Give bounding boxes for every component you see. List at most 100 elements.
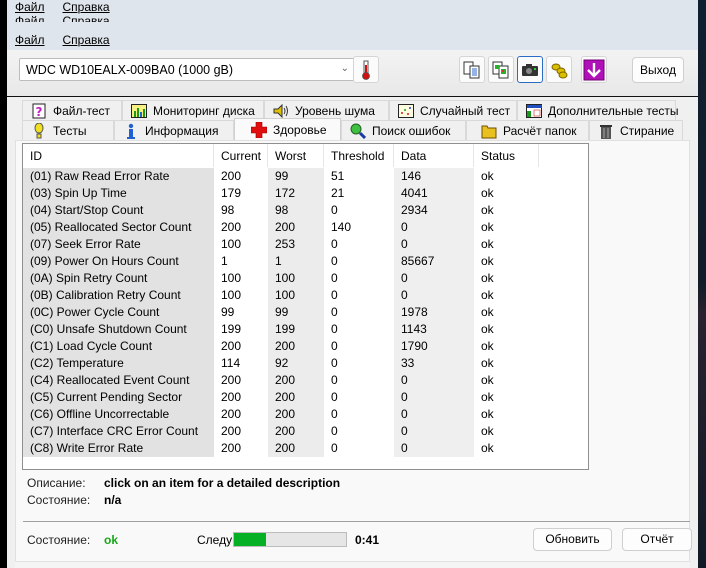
table-row[interactable]: (C7) Interface CRC Error Count 200 200 0 0 ok: [23, 423, 539, 440]
table-row[interactable]: (C6) Offline Uncorrectable 200 200 0 0 ok: [23, 406, 539, 423]
menu-file[interactable]: Файл: [15, 33, 45, 49]
tab-extra-tests[interactable]: Дополнительные тесты: [517, 100, 678, 120]
cell-status: ok: [481, 288, 494, 302]
cell-id: (C1) Load Cycle Count: [23, 338, 214, 355]
column-header-current[interactable]: Current: [214, 144, 268, 167]
smart-attributes-table[interactable]: ID Current Worst Threshold Data Status (…: [22, 143, 589, 470]
coins-button[interactable]: [546, 56, 572, 83]
table-row[interactable]: (03) Spin Up Time 179 172 21 4041 ok: [23, 185, 539, 202]
table-row[interactable]: (C1) Load Cycle Count 200 200 0 1790 ok: [23, 338, 539, 355]
cell-current: 100: [221, 271, 242, 285]
cell-current: 200: [221, 407, 242, 421]
cell-id: (0C) Power Cycle Count: [23, 304, 214, 321]
cell-current: 200: [221, 373, 242, 387]
cell-id: (0A) Spin Retry Count: [23, 270, 214, 287]
tab-label: Поиск ошибок: [372, 123, 451, 138]
table-row[interactable]: (05) Reallocated Sector Count 200 200 140 0 o…: [23, 219, 539, 236]
copy-image-icon: [492, 61, 509, 78]
report-button[interactable]: Отчёт: [622, 528, 692, 551]
cell-threshold: 0: [331, 373, 338, 387]
tab-error-scan[interactable]: Поиск ошибок: [341, 120, 466, 140]
cell-status: ok: [481, 390, 494, 404]
table-row[interactable]: (C2) Temperature 114 92 0 33 ok: [23, 355, 539, 372]
cell-worst: 200: [268, 440, 324, 457]
tab-disk-monitor[interactable]: Мониторинг диска: [122, 100, 264, 120]
table-row[interactable]: (09) Power On Hours Count 1 1 0 85667 ok: [23, 253, 539, 270]
cell-id: (04) Start/Stop Count: [23, 202, 214, 219]
cell-worst: 99: [268, 168, 324, 185]
tab-label: Здоровье: [273, 122, 327, 137]
cell-worst: 92: [268, 355, 324, 372]
screenshot-button[interactable]: [517, 56, 543, 83]
column-header-worst[interactable]: Worst: [268, 144, 324, 167]
exit-button[interactable]: Выход: [632, 57, 684, 83]
table-row[interactable]: (0C) Power Cycle Count 99 99 0 1978 ok: [23, 304, 539, 321]
tab-erase[interactable]: Стирание: [589, 120, 683, 140]
download-button[interactable]: [581, 56, 607, 83]
cell-worst: 200: [268, 389, 324, 406]
tab-information[interactable]: Информация: [114, 120, 234, 140]
copy-text-button[interactable]: [459, 56, 485, 83]
folder-icon: [481, 123, 497, 139]
cell-current: 100: [221, 237, 242, 251]
column-header-data[interactable]: Data: [394, 144, 474, 167]
refresh-button[interactable]: Обновить: [533, 528, 612, 551]
extra-tests-icon: [526, 103, 542, 119]
cell-threshold: 140: [331, 220, 352, 234]
table-row[interactable]: (0A) Spin Retry Count 100 100 0 0 ok: [23, 270, 539, 287]
cell-threshold: 51: [331, 169, 345, 183]
cell-data: 0: [394, 423, 474, 440]
tab-noise-level[interactable]: Уровень шума: [264, 100, 389, 120]
table-row[interactable]: (0B) Calibration Retry Count 100 100 0 0 ok: [23, 287, 539, 304]
drive-select-value: WDC WD10EALX-009BA0 (1000 gB): [26, 63, 234, 77]
drive-select[interactable]: WDC WD10EALX-009BA0 (1000 gB) ⌄: [19, 58, 355, 81]
table-row[interactable]: (C8) Write Error Rate 200 200 0 0 ok: [23, 440, 539, 457]
column-header-threshold[interactable]: Threshold: [324, 144, 394, 167]
tab-label: Тесты: [53, 123, 87, 138]
file-test-icon: ?: [31, 103, 47, 119]
health-state-value: ok: [104, 533, 119, 547]
cell-id: (09) Power On Hours Count: [23, 253, 214, 270]
table-body: (01) Raw Read Error Rate 200 99 51 146 ok (03)…: [23, 168, 539, 457]
table-row[interactable]: (01) Raw Read Error Rate 200 99 51 146 ok: [23, 168, 539, 185]
health-state-label: Состояние:: [27, 533, 91, 547]
download-arrow-icon: [583, 59, 605, 80]
tabs-row-top: ? Файл-тест Мониторинг диска Уровень шум…: [22, 100, 678, 120]
cell-current: 98: [221, 203, 235, 217]
table-row[interactable]: (C5) Current Pending Sector 200 200 0 0 ok: [23, 389, 539, 406]
temperature-button[interactable]: [353, 56, 379, 83]
cell-id: (01) Raw Read Error Rate: [23, 168, 214, 185]
cell-threshold: 0: [331, 407, 338, 421]
copy-image-button[interactable]: [488, 56, 514, 83]
description-label: Описание:: [27, 476, 86, 490]
cell-worst: 100: [268, 287, 324, 304]
cell-status: ok: [481, 407, 494, 421]
cell-current: 100: [221, 288, 242, 302]
cell-id: (0B) Calibration Retry Count: [23, 287, 214, 304]
menu-help[interactable]: Справка: [63, 33, 110, 49]
cell-id: (C5) Current Pending Sector: [23, 389, 214, 406]
cell-id: (C7) Interface CRC Error Count: [23, 423, 214, 440]
tab-random-test[interactable]: Случайный тест: [389, 100, 517, 120]
random-test-icon: [398, 103, 414, 119]
tab-label: Расчёт папок: [503, 123, 577, 138]
column-header-id[interactable]: ID: [23, 144, 214, 167]
cell-threshold: 0: [331, 254, 338, 268]
speaker-icon: [273, 103, 289, 119]
column-header-status[interactable]: Status: [474, 144, 539, 167]
table-row[interactable]: (C4) Reallocated Event Count 200 200 0 0 ok: [23, 372, 539, 389]
tab-folder-calc[interactable]: Расчёт папок: [466, 120, 589, 140]
table-row[interactable]: (C0) Unsafe Shutdown Count 199 199 0 1143 ok: [23, 321, 539, 338]
tab-health[interactable]: Здоровье: [234, 118, 341, 140]
cell-threshold: 0: [331, 356, 338, 370]
chevron-down-icon[interactable]: ⌄: [341, 63, 349, 74]
toolbar: WDC WD10EALX-009BA0 (1000 gB) ⌄ Выход: [7, 50, 698, 97]
menu-row: Файл Справка: [15, 33, 110, 49]
tab-label: Стирание: [620, 123, 675, 138]
countdown-timer: 0:41: [355, 533, 380, 547]
tab-tests[interactable]: Тесты: [22, 120, 114, 140]
table-row[interactable]: (07) Seek Error Rate 100 253 0 0 ok: [23, 236, 539, 253]
table-row[interactable]: (04) Start/Stop Count 98 98 0 2934 ok: [23, 202, 539, 219]
cell-id: (03) Spin Up Time: [23, 185, 214, 202]
tab-file-test[interactable]: ? Файл-тест: [22, 100, 122, 120]
